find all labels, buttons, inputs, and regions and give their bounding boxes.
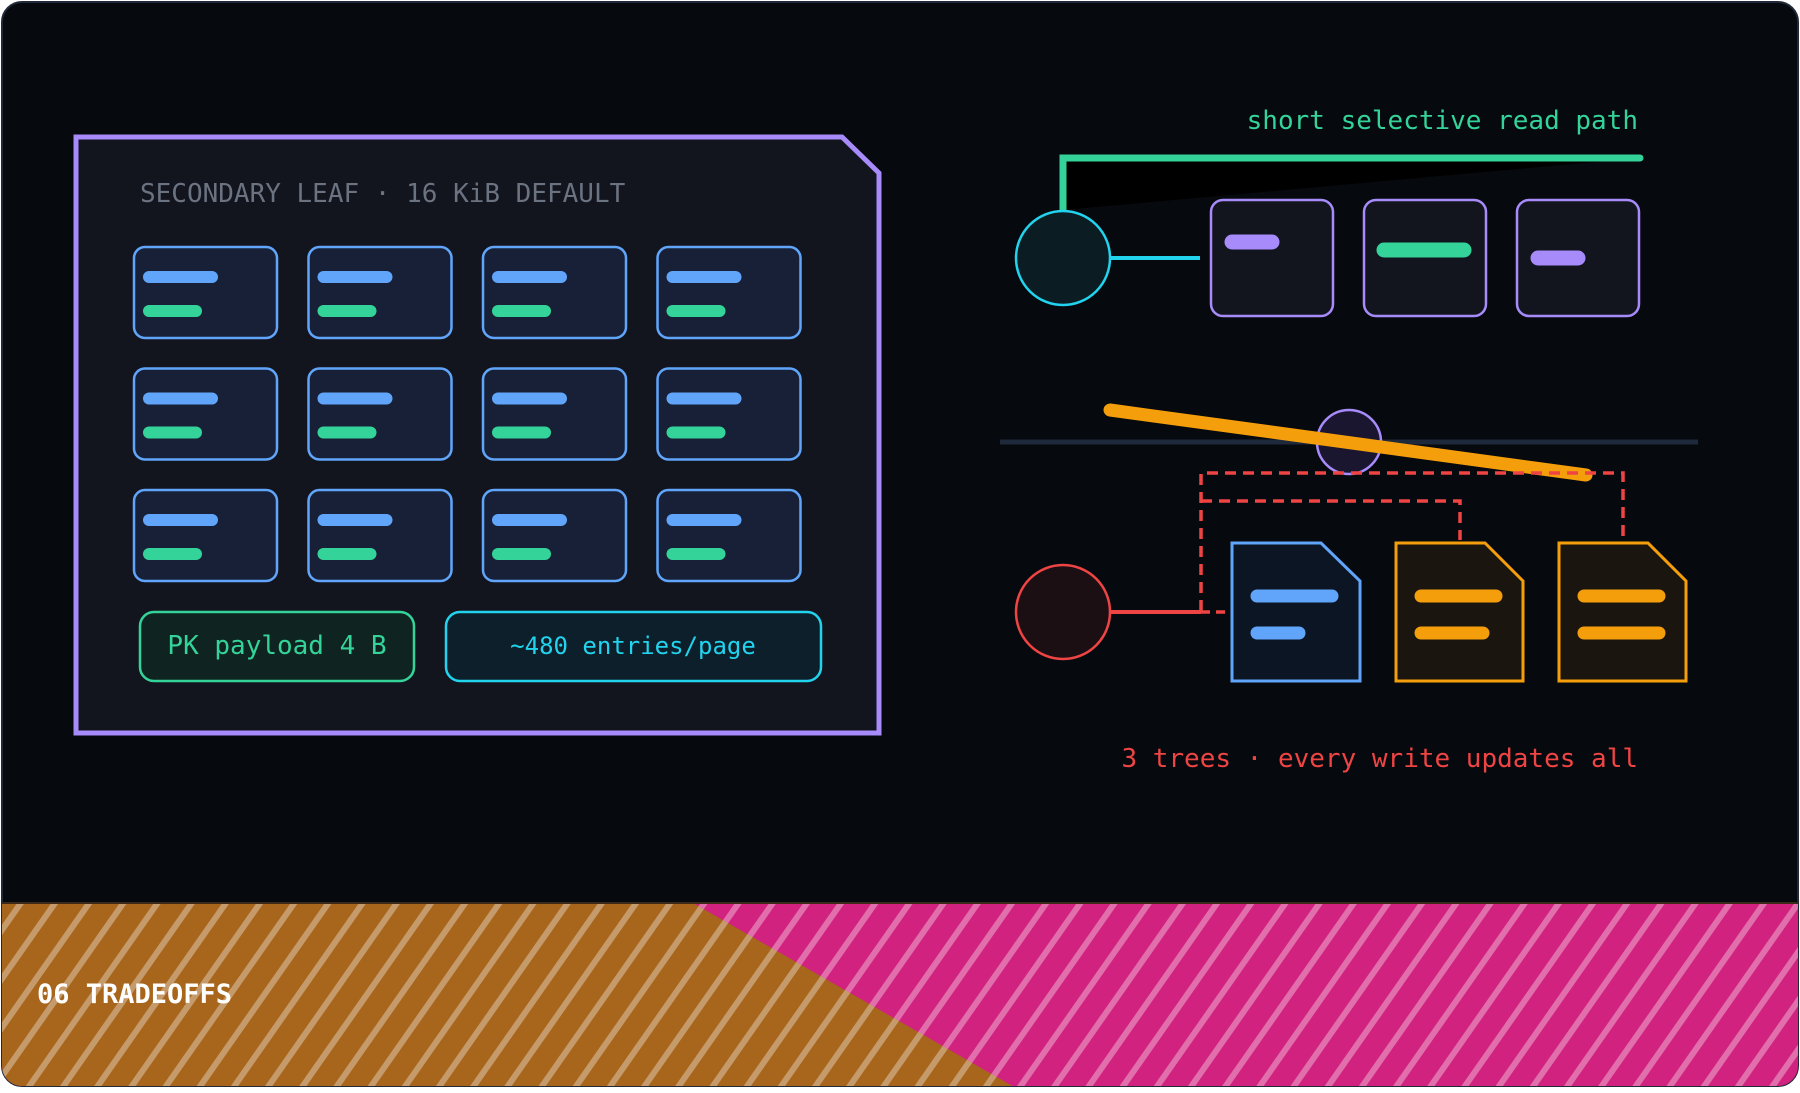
index-entry [481, 245, 628, 340]
index-entry [132, 367, 279, 461]
read-leaf-1 [1209, 198, 1335, 318]
index-entry [307, 367, 453, 461]
entries-badge-label: ~480 entries/page [510, 632, 756, 660]
slide-canvas: SECONDARY LEAF · 16 KiB DEFAULT PK paylo… [0, 0, 1800, 1088]
index-entry-card [132, 245, 279, 340]
write-path-label: 3 trees · every write updates all [1121, 744, 1638, 774]
read-leaf-2 [1362, 198, 1488, 318]
index-entry-card [481, 488, 628, 583]
payload-badge-label: PK payload 4 B [167, 631, 386, 661]
document-page-icon [1230, 541, 1362, 683]
index-entry [132, 488, 279, 583]
write-root-node-icon [1014, 563, 1112, 661]
footer-band [2, 902, 1798, 1086]
index-entry [656, 245, 802, 340]
slide: SECONDARY LEAF · 16 KiB DEFAULT PK paylo… [0, 0, 1800, 1088]
index-entry [481, 367, 628, 461]
read-root-node-icon [1014, 209, 1112, 307]
index-entry-card [307, 488, 453, 583]
index-entry-card [307, 245, 453, 340]
index-entry [481, 488, 628, 583]
index-entry [307, 488, 453, 583]
index-entry-card [656, 245, 802, 340]
leaf-page-title: SECONDARY LEAF · 16 KiB DEFAULT [140, 179, 626, 209]
index-entry-card [132, 367, 279, 461]
index-entry [656, 488, 802, 583]
index-entry [307, 245, 453, 340]
index-entry [656, 367, 802, 461]
index-entry-card [656, 367, 802, 461]
secondary-index-page-2 [1557, 541, 1688, 683]
leaf-page-panel: SECONDARY LEAF · 16 KiB DEFAULT PK paylo… [73, 134, 882, 736]
index-entry-card [481, 367, 628, 461]
index-entry-card [132, 488, 279, 583]
secondary-index-page-1 [1394, 541, 1525, 683]
index-entry-card [656, 488, 802, 583]
index-entry-card [481, 245, 628, 340]
read-path-label: short selective read path [1247, 106, 1638, 136]
index-entry-card [307, 367, 453, 461]
index-entry [132, 245, 279, 340]
section-label: 06 TRADEOFFS [37, 979, 232, 1010]
